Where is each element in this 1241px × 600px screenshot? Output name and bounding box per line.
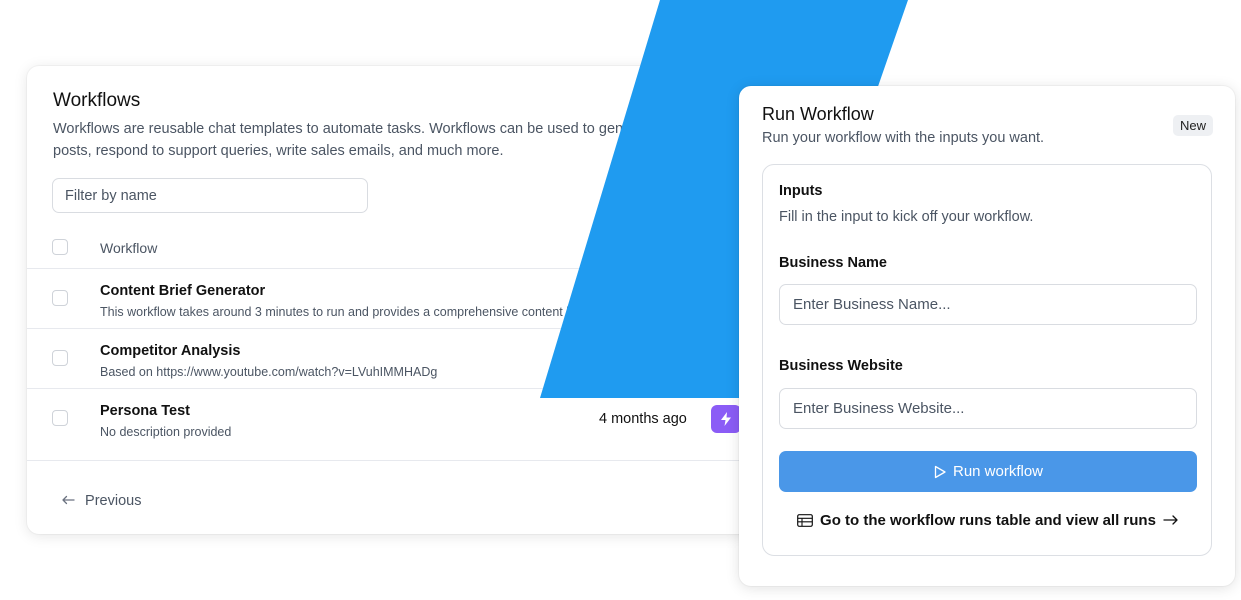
business-name-label: Business Name [779, 255, 887, 271]
business-name-input[interactable] [779, 284, 1197, 325]
run-workflow-button-label: Run workflow [952, 463, 1044, 480]
run-workflow-panel: Run Workflow Run your workflow with the … [739, 86, 1235, 586]
business-website-input[interactable] [779, 388, 1197, 429]
play-icon [933, 465, 947, 479]
stage: Workflows Workflows are reusable chat te… [0, 0, 1241, 600]
arrow-right-icon [1163, 514, 1179, 526]
run-workflow-subtitle: Run your workflow with the inputs you wa… [762, 130, 1045, 146]
run-workflow-button[interactable]: Run workflow [779, 451, 1197, 492]
business-website-label: Business Website [779, 358, 903, 374]
view-all-runs-link[interactable]: Go to the workflow runs table and view a… [795, 509, 1181, 531]
table-icon [797, 513, 813, 527]
new-badge: New [1173, 115, 1214, 136]
view-all-runs-label: Go to the workflow runs table and view a… [820, 511, 1156, 529]
run-workflow-title: Run Workflow [762, 104, 874, 124]
inputs-title: Inputs [779, 183, 823, 199]
inputs-section: Inputs Fill in the input to kick off you… [762, 164, 1212, 556]
inputs-subtitle: Fill in the input to kick off your workf… [779, 209, 1034, 225]
